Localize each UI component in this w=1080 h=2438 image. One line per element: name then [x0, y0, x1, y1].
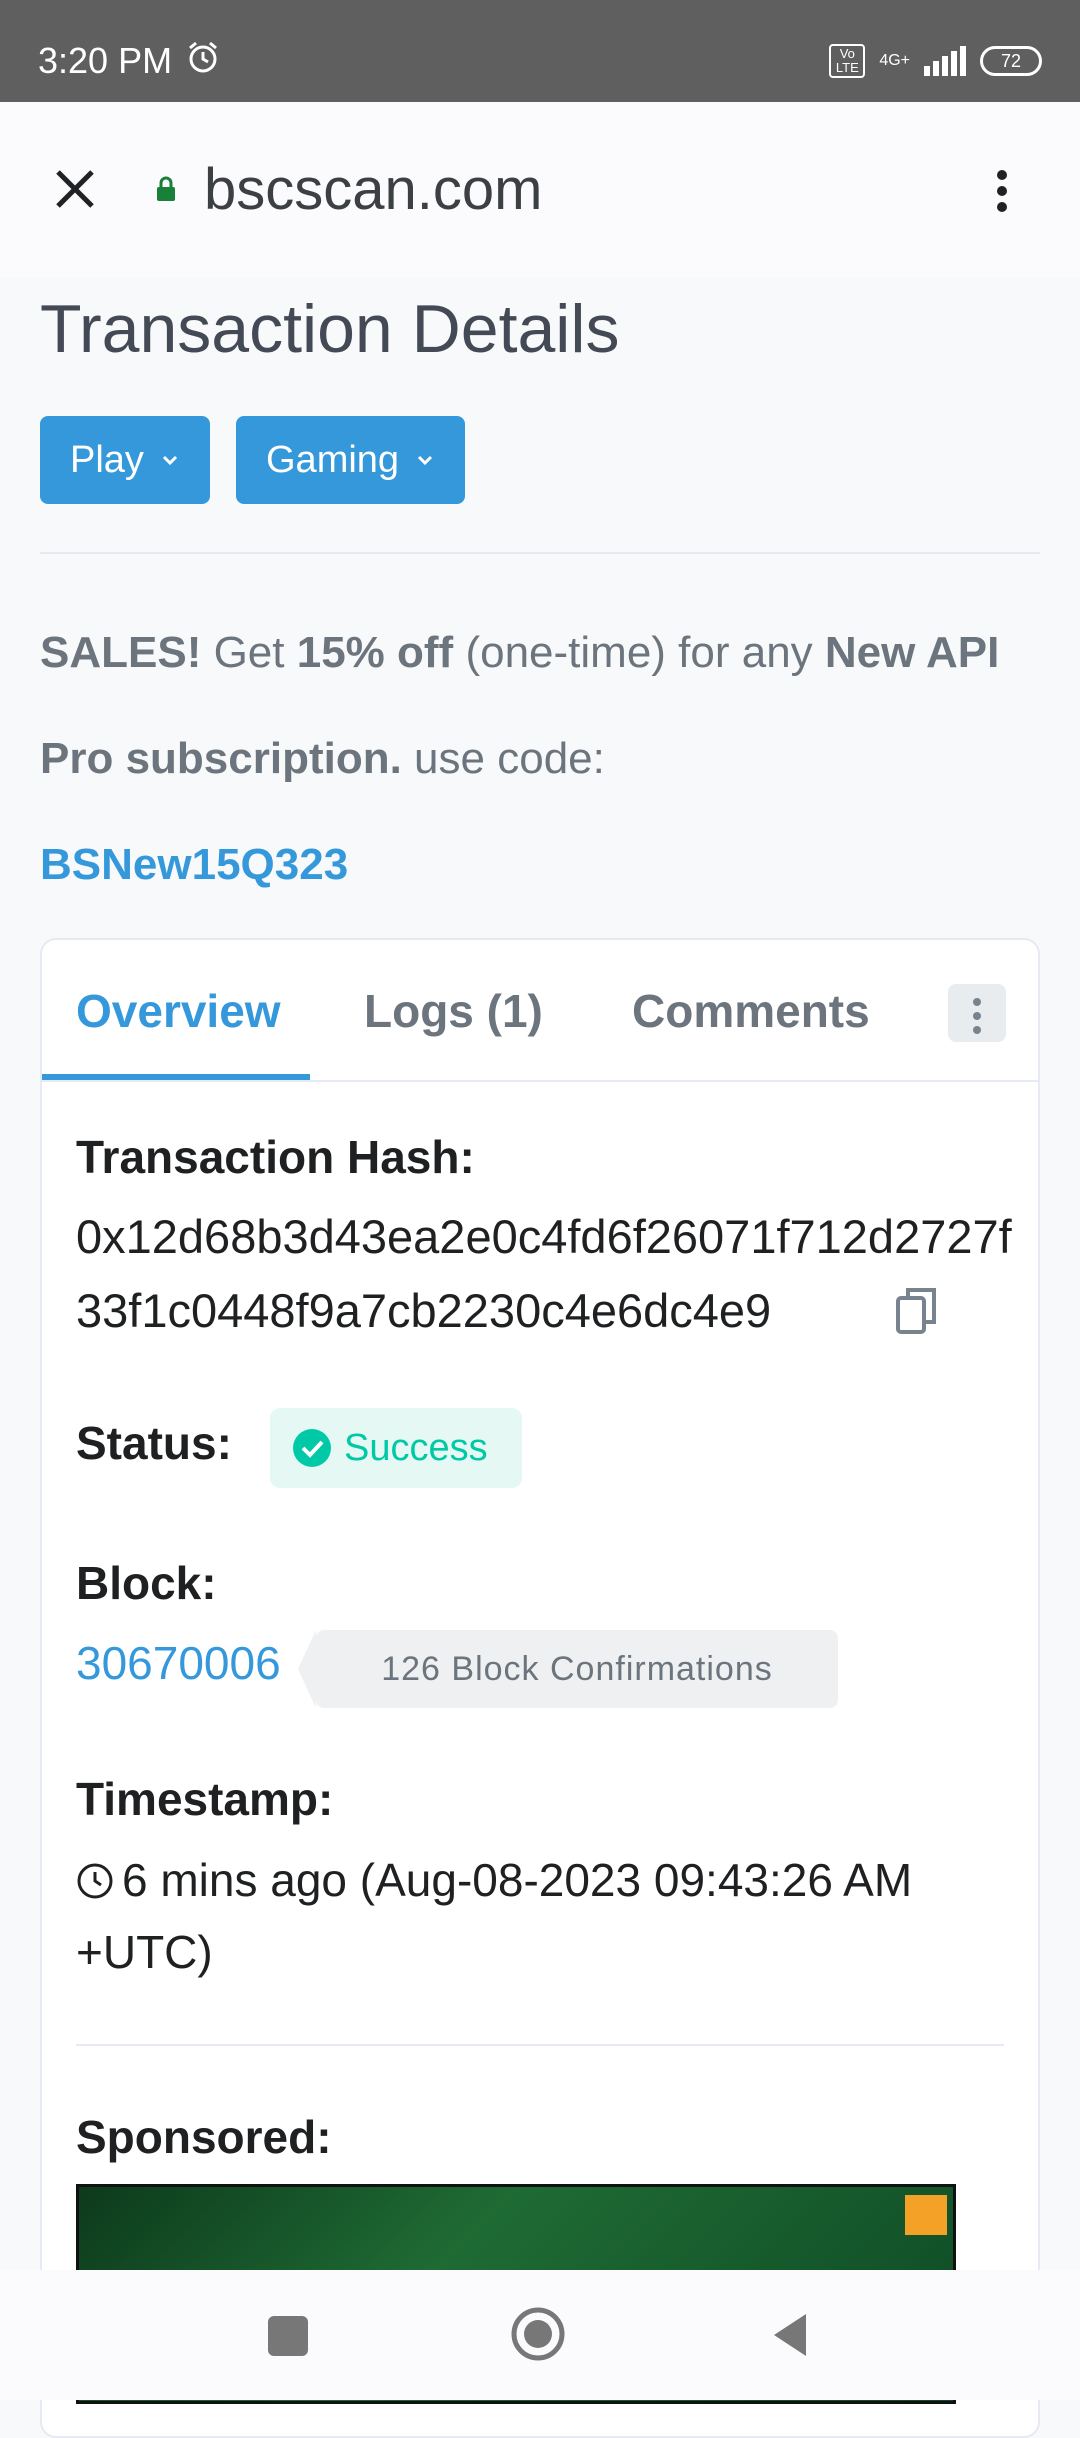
check-circle-icon — [293, 1429, 331, 1467]
promo-one-time: (one-time) for any — [453, 628, 825, 677]
chevron-down-icon — [418, 455, 433, 466]
back-button[interactable] — [770, 2310, 810, 2360]
play-dropdown-button[interactable]: Play — [40, 416, 210, 504]
clock-icon — [77, 1863, 113, 1899]
signal-icon — [924, 46, 966, 76]
battery-icon: 72 — [980, 46, 1042, 76]
block-confirmations-badge: 126 Block Confirmations — [298, 1630, 838, 1708]
promo-sales: SALES! — [40, 628, 202, 677]
status-icons: Vo LTE 4G+ 72 — [829, 44, 1042, 78]
status-badge: Success — [270, 1408, 522, 1488]
status-label: Status: — [76, 1417, 232, 1469]
active-tab-indicator — [42, 1074, 310, 1080]
play-label: Play — [70, 438, 144, 481]
close-icon[interactable] — [52, 166, 98, 212]
timestamp-row: 6 mins ago (Aug-08-2023 09:43:26 AM +UTC… — [76, 1844, 996, 1988]
status-value: Success — [344, 1426, 488, 1469]
network-type: 4G+ — [879, 52, 910, 69]
promo-discount: 15% off — [296, 628, 454, 677]
tab-comments[interactable]: Comments — [632, 984, 870, 1038]
block-label: Block: — [76, 1557, 217, 1609]
gaming-label: Gaming — [266, 438, 400, 481]
tab-bar: Overview Logs (1) Comments — [42, 940, 1038, 1082]
page-title: Transaction Details — [40, 291, 620, 367]
alarm-icon — [189, 41, 217, 73]
recents-button[interactable] — [268, 2316, 308, 2356]
tab-logs[interactable]: Logs (1) — [364, 984, 543, 1038]
tab-overview[interactable]: Overview — [76, 984, 281, 1038]
timestamp-label: Timestamp: — [76, 1773, 334, 1825]
home-button[interactable] — [510, 2306, 566, 2362]
divider — [40, 552, 1040, 554]
divider — [76, 2044, 1004, 2046]
hash-value: 0x12d68b3d43ea2e0c4fd6f26071f712d2727f33… — [76, 1210, 1012, 1337]
promo-code-link[interactable]: BSNew15Q323 — [40, 840, 348, 889]
tabs-more-button[interactable] — [948, 984, 1006, 1042]
url-text[interactable]: bscscan.com — [204, 156, 542, 223]
promo-use-code: use code: — [401, 734, 605, 783]
chevron-down-icon — [162, 455, 177, 466]
volte-icon: Vo LTE — [829, 44, 866, 78]
hash-label: Transaction Hash: — [76, 1131, 475, 1183]
block-confirmations-text: 126 Block Confirmations — [381, 1649, 773, 1688]
status-bar: 3:20 PM Vo LTE 4G+ 72 — [0, 0, 1080, 102]
promo-get: Get — [201, 628, 297, 677]
copy-icon[interactable] — [894, 1286, 940, 1338]
ad-badge-icon — [905, 2195, 947, 2235]
timestamp-value: 6 mins ago (Aug-08-2023 09:43:26 AM +UTC… — [76, 1854, 913, 1978]
browser-menu-button[interactable] — [990, 164, 1014, 220]
gaming-dropdown-button[interactable]: Gaming — [236, 416, 466, 504]
promo-banner: SALES! Get 15% off (one-time) for any Ne… — [40, 600, 1050, 918]
block-number-link[interactable]: 30670006 — [76, 1636, 281, 1690]
sponsored-label: Sponsored: — [76, 2111, 332, 2163]
status-time: 3:20 PM — [38, 40, 173, 81]
lock-icon — [157, 176, 175, 201]
